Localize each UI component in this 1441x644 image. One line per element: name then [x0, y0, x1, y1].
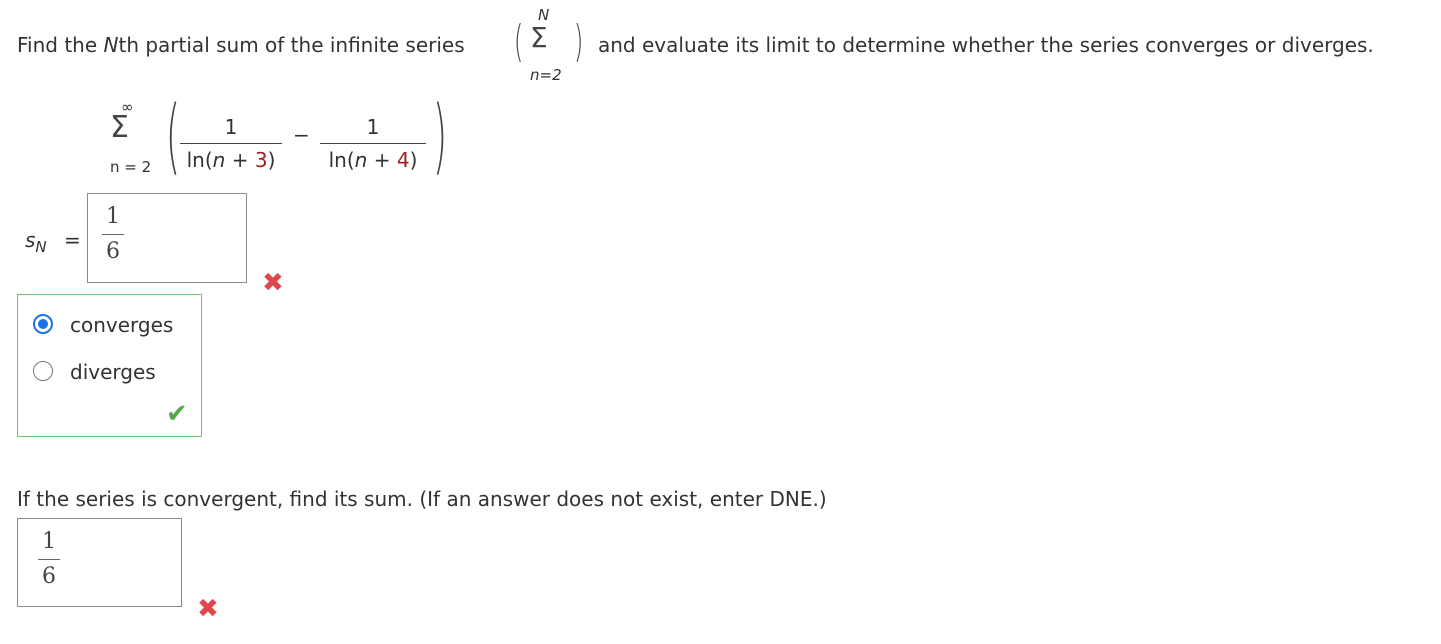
sum-answer-input[interactable]: 1 6: [17, 518, 182, 607]
radio-label-diverges[interactable]: diverges: [70, 362, 156, 382]
x-mark-icon: ✖: [262, 268, 284, 298]
intro-n-variable: N: [103, 33, 119, 57]
term2-fraction: 1 ln(n + 4): [320, 117, 426, 170]
inline-sigma-icon: Σ: [530, 21, 548, 54]
series-right-paren: ): [432, 89, 448, 184]
sn-answer-input[interactable]: 1 6: [87, 193, 247, 283]
check-mark-icon: ✔: [166, 399, 188, 429]
series-lower-limit: n = 2: [110, 158, 152, 176]
sum-question-prompt: If the series is convergent, find its su…: [17, 487, 827, 511]
sn-label: sN: [25, 228, 47, 256]
sigma-icon: Σ: [110, 110, 129, 145]
inline-right-paren: ): [573, 16, 584, 67]
term1-denominator: ln(n + 3): [186, 148, 276, 172]
inline-left-paren: (: [513, 16, 524, 67]
convergence-radio-group: converges diverges ✔: [17, 294, 202, 437]
sn-answer-numerator: 1: [106, 204, 120, 229]
x-mark-icon: ✖: [197, 594, 219, 624]
sn-answer-fraction: 1 6: [102, 206, 124, 263]
radio-button-diverges[interactable]: [33, 361, 53, 381]
sum-answer-fraction: 1 6: [38, 531, 60, 588]
term2-denominator: ln(n + 4): [328, 148, 418, 172]
radio-label-converges[interactable]: converges: [70, 315, 173, 335]
term1-numerator: 1: [224, 115, 238, 139]
term2-numerator: 1: [366, 115, 380, 139]
sum-answer-numerator: 1: [42, 529, 56, 554]
intro-text-start: Find the Nth partial sum of the infinite…: [17, 35, 465, 55]
sn-equals: =: [64, 228, 81, 252]
term1-fraction: 1 ln(n + 3): [180, 117, 282, 170]
sum-answer-denominator: 6: [42, 564, 56, 589]
minus-operator: −: [293, 123, 310, 147]
inline-sum-lower-limit: n=2: [530, 66, 562, 84]
radio-button-converges[interactable]: [33, 314, 53, 334]
series-left-paren: (: [165, 89, 181, 184]
intro-before: Find the: [17, 33, 98, 57]
intro-text-end: and evaluate its limit to determine whet…: [598, 33, 1374, 57]
sn-answer-denominator: 6: [106, 239, 120, 264]
intro-th-text: th partial sum of the infinite series: [118, 33, 465, 57]
